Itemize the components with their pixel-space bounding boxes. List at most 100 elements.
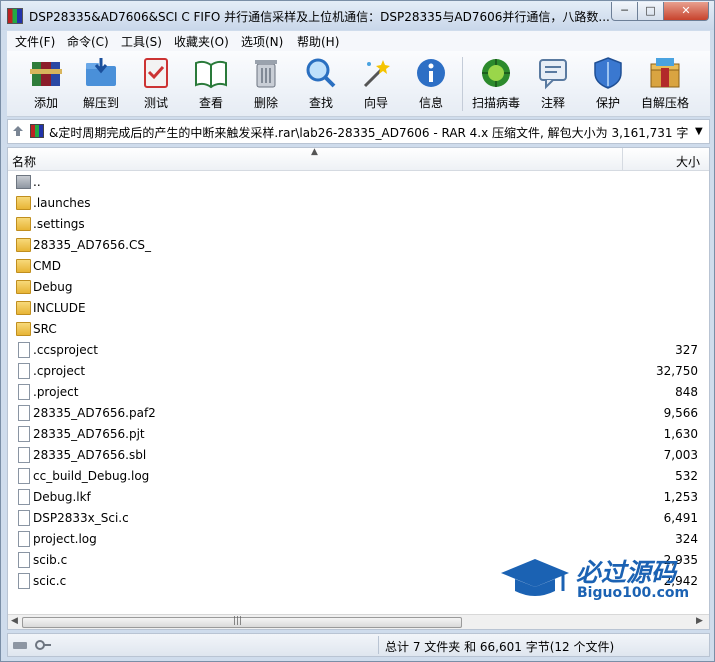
file-size: 1,253 [663,490,698,504]
protect-label: 保护 [595,96,620,110]
list-item[interactable]: 28335_AD7656.sbl 7,003 [8,445,709,466]
info-button[interactable]: 信息 [405,54,457,114]
list-item[interactable]: Debug [8,277,709,298]
column-divider[interactable] [622,148,623,171]
test-icon [144,58,168,88]
add-button[interactable]: 添加 [20,54,72,114]
file-icon [18,510,30,526]
file-name: scic.c [33,574,67,588]
info-icon [417,59,445,87]
folder-icon [16,280,31,294]
view-icon [195,60,227,89]
delete-button[interactable]: 删除 [240,54,292,114]
file-size: 32,750 [656,364,698,378]
window-title: DSP28335&AD7606&SCI C FIFO 并行通信采样及上位机通信：… [29,10,609,24]
archive-path: &定时周期完成后的产生的中断来触发采样.rar\lab26-28335_AD76… [49,126,689,140]
folder-icon [16,259,31,273]
file-icon [18,573,30,589]
extract-to-button[interactable]: 解压到 [75,54,127,114]
column-header-size[interactable]: 大小 [628,153,700,170]
protect-icon [594,57,622,89]
status-divider [378,636,379,654]
sort-ascending-icon: ▲ [311,147,318,157]
sfx-button[interactable]: 自解压格 [639,54,691,114]
file-name: INCLUDE [33,301,86,315]
list-item[interactable]: SRC [8,319,709,340]
list-item[interactable]: cc_build_Debug.log 532 [8,466,709,487]
protect-button[interactable]: 保护 [582,54,634,114]
sfx-label: 自解压格 [640,96,689,110]
list-item[interactable]: 28335_AD7656.paf2 9,566 [8,403,709,424]
watermark-url: Biguo100.com [577,585,690,601]
title-bar[interactable]: DSP28335&AD7606&SCI C FIFO 并行通信采样及上位机通信：… [1,1,714,30]
file-icon [18,552,30,568]
app-window: DSP28335&AD7606&SCI C FIFO 并行通信采样及上位机通信：… [0,0,715,662]
list-item[interactable]: DSP2833x_Sci.c 6,491 [8,508,709,529]
column-header-name[interactable]: 名称 [12,153,36,170]
file-name: DSP2833x_Sci.c [33,511,129,525]
file-size: 9,566 [663,406,698,420]
address-bar[interactable]: &定时周期完成后的产生的中断来触发采样.rar\lab26-28335_AD76… [7,119,710,144]
info-label: 信息 [418,96,443,110]
list-item[interactable]: .cproject 32,750 [8,361,709,382]
up-folder-icon[interactable] [11,124,25,138]
file-size: 7,003 [663,448,698,462]
add-archive-icon [30,62,62,86]
wizard-button[interactable]: 向导 [350,54,402,114]
file-name: SRC [33,322,57,336]
winrar-app-icon [7,8,23,24]
file-name: .project [33,385,79,399]
file-name: .cproject [33,364,86,378]
menu-favorites[interactable]: 收藏夹(O) [174,33,229,50]
list-item[interactable]: .ccsproject 327 [8,340,709,361]
scroll-left-icon[interactable]: ◀ [11,616,18,626]
view-button[interactable]: 查看 [185,54,237,114]
scroll-right-icon[interactable]: ▶ [696,616,703,626]
virus-scan-button[interactable]: 扫描病毒 [470,54,522,114]
menu-help[interactable]: 帮助(H) [297,33,339,50]
folder-icon [16,196,31,210]
file-size: 848 [675,385,698,399]
close-button[interactable]: ✕ [663,2,709,21]
file-name: Debug [33,280,73,294]
test-button[interactable]: 测试 [130,54,182,114]
file-size: 327 [675,343,698,357]
horizontal-scrollbar[interactable]: ◀ ||| ▶ [8,614,709,629]
graduation-cap-icon [501,559,569,596]
list-item[interactable]: Debug.lkf 1,253 [8,487,709,508]
menu-commands[interactable]: 命令(C) [67,33,109,50]
folder-icon [16,322,31,336]
sfx-icon [650,58,680,88]
watermark: 必过源码 Biguo100.com [499,553,704,607]
menu-tools[interactable]: 工具(S) [121,33,162,50]
list-item[interactable]: 28335_AD7656.pjt 1,630 [8,424,709,445]
list-item[interactable]: project.log 324 [8,529,709,550]
file-name: 28335_AD7656.pjt [33,427,145,441]
list-item[interactable]: INCLUDE [8,298,709,319]
file-name: .. [33,175,41,189]
virus-scan-label: 扫描病毒 [471,96,520,110]
menu-bar: 文件(F) 命令(C) 工具(S) 收藏夹(O) 选项(N) 帮助(H) [7,31,710,51]
list-item[interactable]: CMD [8,256,709,277]
minimize-button[interactable]: ─ [611,2,638,21]
file-name: .launches [33,196,91,210]
file-icon [18,468,30,484]
comment-button[interactable]: 注释 [527,54,579,114]
virus-scan-icon [482,59,510,87]
scrollbar-thumb[interactable]: ||| [22,616,462,628]
wizard-icon [363,60,390,88]
chevron-down-icon[interactable]: ▼ [695,126,703,137]
list-item[interactable]: .. [8,172,709,193]
find-button[interactable]: 查找 [295,54,347,114]
list-item[interactable]: .launches [8,193,709,214]
menu-options[interactable]: 选项(N) [241,33,283,50]
list-item[interactable]: .settings [8,214,709,235]
folder-icon [16,217,31,231]
list-item[interactable]: 28335_AD7656.CS_ [8,235,709,256]
file-size: 532 [675,469,698,483]
file-name: 28335_AD7656.paf2 [33,406,156,420]
menu-file[interactable]: 文件(F) [15,33,55,50]
list-item[interactable]: .project 848 [8,382,709,403]
maximize-button[interactable]: □ [637,2,664,21]
delete-icon [255,60,277,88]
